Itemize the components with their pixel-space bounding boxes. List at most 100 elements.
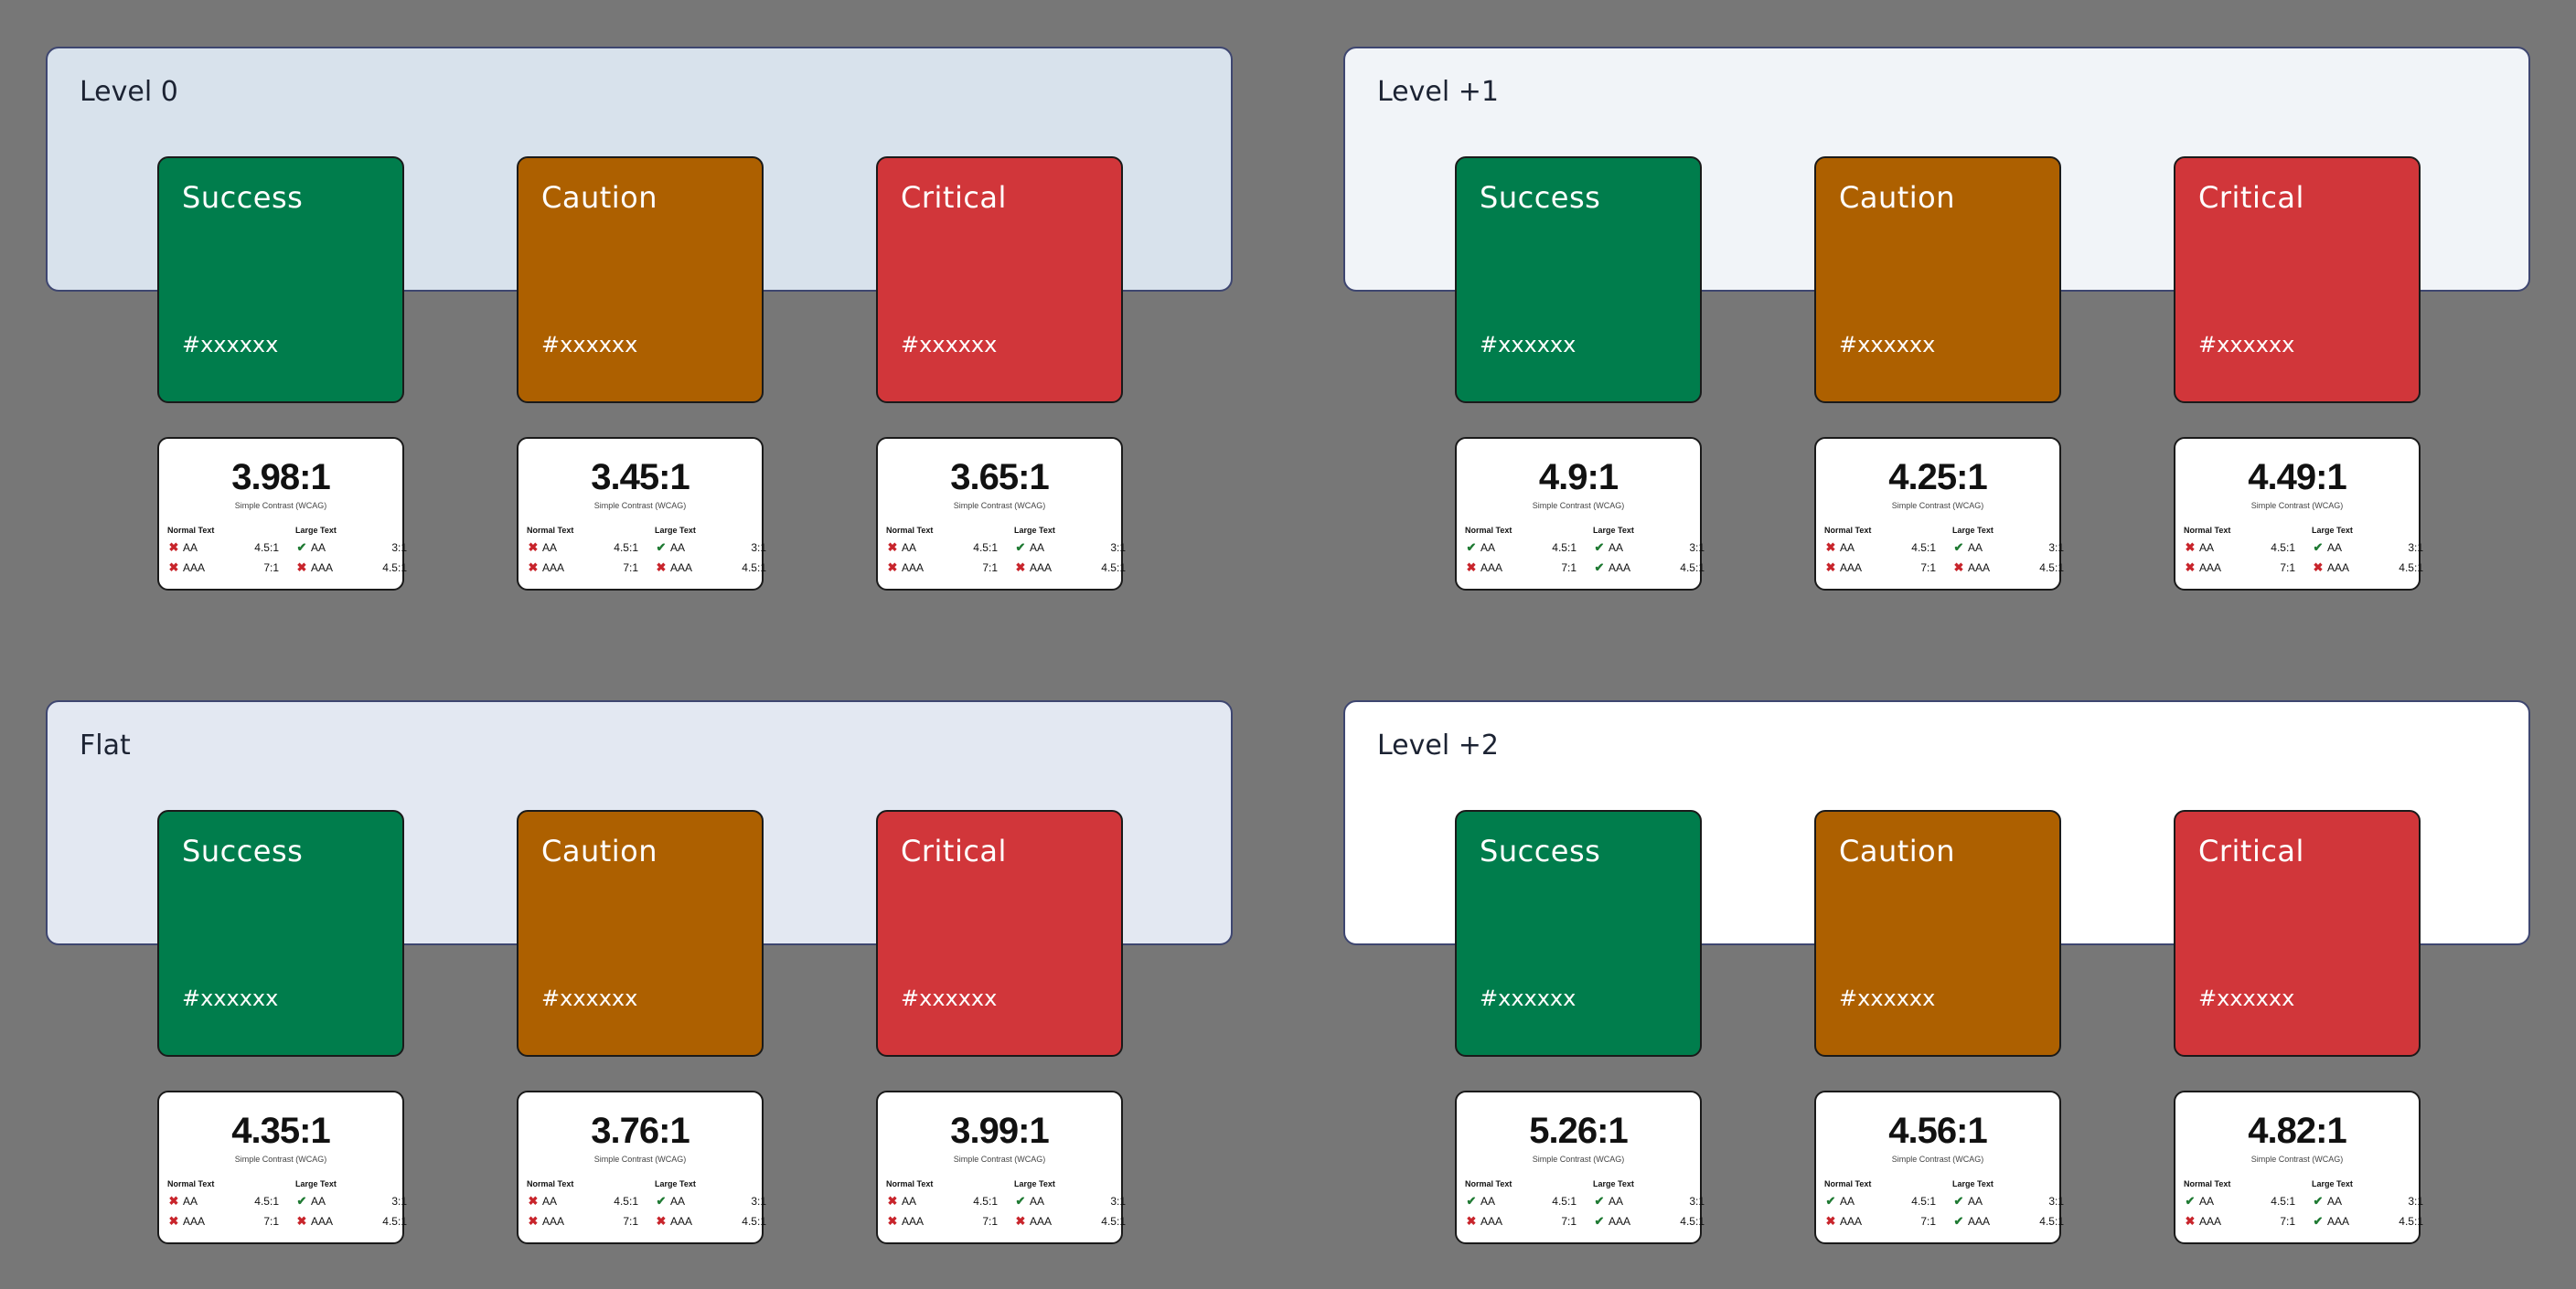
swatch-name: Critical [901,834,1007,868]
check-icon: ✔ [296,1194,307,1208]
cross-icon: ✖ [1466,560,1477,574]
swatch-hex: #xxxxxx [901,985,998,1011]
contrast-ratio: 4.56:1 [1888,1111,1987,1151]
color-swatch-success: Success #xxxxxx [1455,810,1702,1057]
large-text-row-aaa: ✔ AAA 4.5:1 [2312,1214,2423,1229]
wcag-threshold: 4.5:1 [614,541,638,554]
wcag-threshold: 3:1 [2408,1195,2423,1208]
swatch-hex: #xxxxxx [2198,332,2295,357]
large-text-row-aa: ✔ AA 3:1 [655,540,766,555]
color-swatch-caution: Caution #xxxxxx [517,156,764,403]
swatch-hex: #xxxxxx [901,332,998,357]
contrast-card: 4.35:1 Simple Contrast (WCAG) Normal Text L… [157,1091,407,1244]
normal-text-header: Normal Text [167,1179,215,1188]
wcag-level: AA [311,541,326,554]
wcag-threshold: 7:1 [263,1215,279,1228]
normal-text-row-aaa: ✖ AAA 7:1 [2184,560,2295,575]
wcag-threshold: 4.5:1 [2399,561,2423,574]
color-swatch-critical: Critical #xxxxxx [2174,810,2421,1057]
check-icon: ✔ [1015,1194,1026,1208]
color-swatch-caution: Caution #xxxxxx [1814,810,2061,1057]
wcag-threshold: 3:1 [391,541,407,554]
wcag-threshold: 7:1 [1561,1215,1577,1228]
cross-icon: ✖ [2185,560,2196,574]
wcag-threshold: 4.5:1 [1911,541,1936,554]
panel-title: Flat [80,730,131,762]
normal-text-row-aaa: ✖ AAA 7:1 [1465,1214,1577,1229]
contrast-ratio: 5.26:1 [1529,1111,1628,1151]
normal-text-header: Normal Text [1824,526,1872,535]
contrast-card: 4.56:1 Simple Contrast (WCAG) Normal Text L… [1814,1091,2064,1244]
large-text-row-aa: ✔ AA 3:1 [655,1194,766,1209]
large-text-row-aaa: ✖ AAA 4.5:1 [655,1214,766,1229]
panel-title: Level +2 [1377,730,1499,762]
wcag-threshold: 7:1 [982,561,998,574]
wcag-threshold: 3:1 [1110,541,1126,554]
wcag-threshold: 3:1 [751,1195,766,1208]
wcag-level: AA [1480,1195,1496,1208]
wcag-threshold: 3:1 [1110,1195,1126,1208]
wcag-threshold: 7:1 [263,561,279,574]
wcag-level: AA [183,1195,198,1208]
wcag-level: AAA [311,1215,334,1228]
wcag-threshold: 4.5:1 [382,1215,407,1228]
contrast-subtitle: Simple Contrast (WCAG) [953,501,1046,510]
cross-icon: ✖ [1825,540,1836,554]
wcag-threshold: 4.5:1 [1552,1195,1577,1208]
wcag-level: AA [311,1195,326,1208]
contrast-ratio: 4.35:1 [231,1111,330,1151]
wcag-threshold: 4.5:1 [742,561,766,574]
color-swatch-success: Success #xxxxxx [1455,156,1702,403]
large-text-row-aa: ✔ AA 3:1 [1952,540,2064,555]
check-icon: ✔ [1594,540,1605,554]
panel-title: Level +1 [1377,76,1499,108]
color-swatch-critical: Critical #xxxxxx [876,810,1123,1057]
wcag-level: AAA [1480,561,1503,574]
wcag-level: AAA [1030,1215,1053,1228]
wcag-level: AA [1968,1195,1983,1208]
cross-icon: ✖ [1015,1214,1026,1228]
normal-text-header: Normal Text [886,1179,934,1188]
wcag-level: AA [2199,541,2215,554]
wcag-level: AAA [183,561,206,574]
large-text-header: Large Text [295,526,337,535]
large-text-row-aa: ✔ AA 3:1 [295,1194,407,1209]
large-text-row-aaa: ✖ AAA 4.5:1 [1014,1214,1126,1229]
cross-icon: ✖ [296,1214,307,1228]
wcag-threshold: 4.5:1 [382,561,407,574]
contrast-ratio: 4.25:1 [1888,457,1987,497]
contrast-card: 4.82:1 Simple Contrast (WCAG) Normal Text L… [2174,1091,2423,1244]
wcag-threshold: 7:1 [623,1215,638,1228]
wcag-level: AA [542,541,558,554]
wcag-threshold: 4.5:1 [2271,1195,2295,1208]
wcag-threshold: 7:1 [623,561,638,574]
wcag-level: AA [1030,541,1045,554]
wcag-threshold: 7:1 [982,1215,998,1228]
wcag-level: AA [1609,1195,1624,1208]
normal-text-row-aa: ✖ AA 4.5:1 [167,540,279,555]
contrast-subtitle: Simple Contrast (WCAG) [234,501,327,510]
large-text-row-aaa: ✖ AAA 4.5:1 [2312,560,2423,575]
swatch-hex: #xxxxxx [1839,332,1936,357]
swatch-hex: #xxxxxx [182,332,279,357]
large-text-row-aaa: ✔ AAA 4.5:1 [1593,560,1705,575]
contrast-subtitle: Simple Contrast (WCAG) [593,501,687,510]
cross-icon: ✖ [528,540,539,554]
large-text-header: Large Text [1952,526,1993,535]
swatch-name: Critical [2198,180,2304,215]
large-text-row-aa: ✔ AA 3:1 [1014,1194,1126,1209]
check-icon: ✔ [1594,1214,1605,1228]
check-icon: ✔ [296,540,307,554]
wcag-level: AAA [2199,561,2222,574]
check-icon: ✔ [656,1194,667,1208]
wcag-level: AA [1840,541,1855,554]
large-text-row-aaa: ✖ AAA 4.5:1 [1952,560,2064,575]
wcag-level: AAA [902,561,925,574]
swatch-name: Success [1480,180,1601,215]
contrast-subtitle: Simple Contrast (WCAG) [953,1155,1046,1164]
large-text-header: Large Text [655,526,696,535]
cross-icon: ✖ [1825,560,1836,574]
normal-text-row-aaa: ✖ AAA 7:1 [2184,1214,2295,1229]
wcag-threshold: 4.5:1 [1101,1215,1126,1228]
color-swatch-success: Success #xxxxxx [157,810,404,1057]
